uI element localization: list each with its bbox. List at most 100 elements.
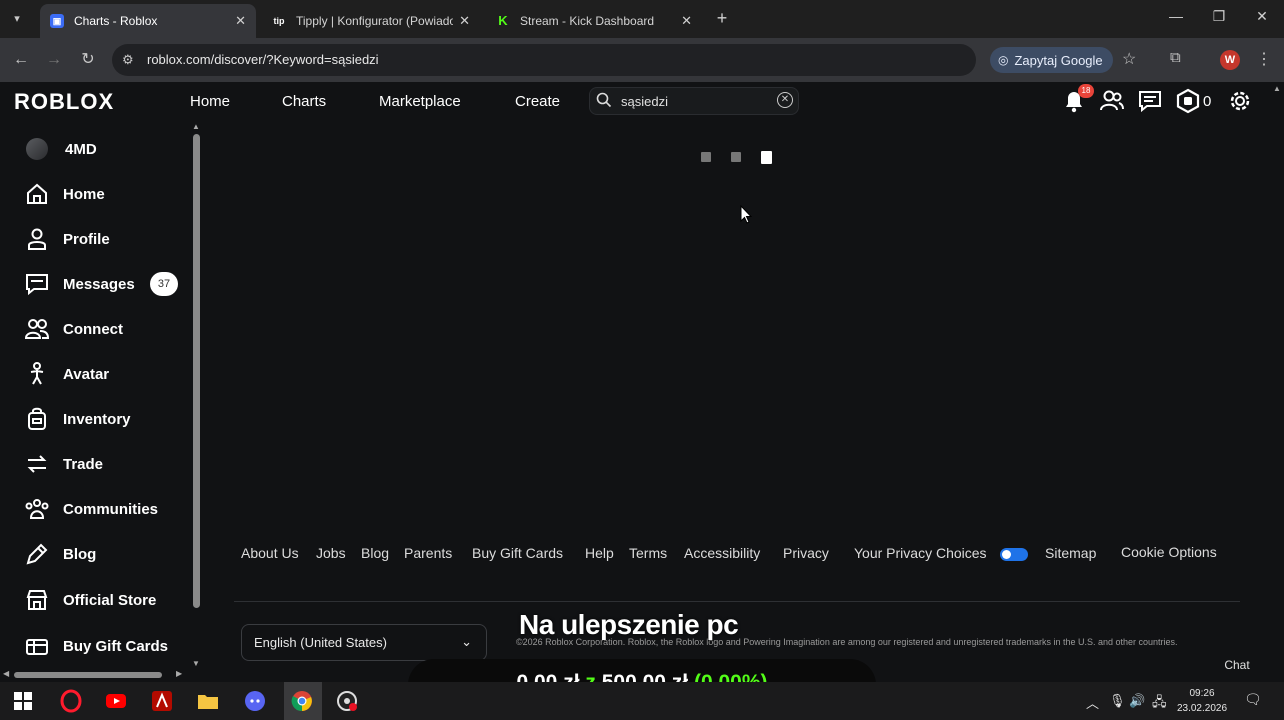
browser-menu-icon[interactable]: ⋮: [1256, 49, 1272, 69]
scroll-up-icon[interactable]: ▲: [1273, 84, 1281, 93]
scroll-right-icon[interactable]: ▶: [176, 669, 182, 678]
close-tab-icon[interactable]: ✕: [459, 13, 470, 29]
chat-button[interactable]: Chat: [1214, 653, 1260, 677]
sidebar-scrollbar[interactable]: ▲ ▼: [190, 120, 204, 670]
nav-home[interactable]: Home: [190, 93, 230, 110]
footer-link-help[interactable]: Help: [585, 545, 614, 561]
system-clock[interactable]: 09:26 23.02.2026: [1172, 686, 1232, 716]
settings-gear-icon[interactable]: [1227, 88, 1253, 114]
sidebar-item-buy-gift-cards[interactable]: Buy Gift Cards: [24, 631, 168, 661]
site-info-icon[interactable]: ⚙: [122, 52, 134, 68]
avatar: [26, 138, 48, 160]
footer-link-jobs[interactable]: Jobs: [316, 545, 346, 561]
messages-count-badge: 37: [150, 272, 178, 296]
windows-taskbar: ︿ 🎙 🔊 🖧 09:26 23.02.2026 🗨: [0, 682, 1284, 720]
roblox-header: ROBLOX Home Charts Marketplace Create są…: [0, 82, 1270, 120]
communities-icon: [25, 499, 49, 519]
tab-search-button[interactable]: ▾: [6, 8, 28, 30]
bookmark-star-icon[interactable]: ☆: [1122, 49, 1136, 69]
clear-search-icon[interactable]: ✕: [777, 92, 793, 108]
file-explorer-icon[interactable]: [196, 689, 220, 713]
address-bar[interactable]: ⚙ roblox.com/discover/?Keyword=sąsiedzi: [112, 44, 976, 76]
footer-link-accessibility[interactable]: Accessibility: [684, 545, 760, 561]
volume-icon[interactable]: 🔊: [1129, 693, 1145, 709]
page-scrollbar[interactable]: ▲: [1270, 82, 1284, 680]
extensions-icon[interactable]: ⧉: [1170, 49, 1181, 66]
sidebar-item-user[interactable]: 4MD: [24, 134, 97, 164]
chat-icon[interactable]: [1137, 88, 1163, 114]
scroll-up-icon[interactable]: ▲: [192, 122, 200, 131]
windows-start-icon[interactable]: [11, 689, 35, 713]
obs-recording-icon[interactable]: [335, 689, 359, 713]
tab-title: Tipply | Konfigurator (Powiadom: [296, 14, 454, 28]
close-tab-icon[interactable]: ✕: [681, 13, 692, 29]
sidebar-item-communities[interactable]: Communities: [24, 494, 158, 524]
network-icon[interactable]: 🖧: [1152, 693, 1167, 715]
footer-link-sitemap[interactable]: Sitemap: [1045, 545, 1096, 561]
footer-link-privacy[interactable]: Privacy: [783, 545, 829, 561]
close-window-icon[interactable]: ✕: [1250, 8, 1274, 25]
search-query: sąsiedzi: [621, 94, 668, 109]
reload-icon[interactable]: ↻: [77, 49, 99, 71]
chrome-icon[interactable]: [290, 689, 314, 713]
new-tab-plus-icon[interactable]: +: [712, 8, 732, 28]
roblox-logo[interactable]: ROBLOX: [14, 89, 114, 115]
footer-link-buy-gift-cards[interactable]: Buy Gift Cards: [472, 545, 563, 561]
scroll-left-icon[interactable]: ◀: [3, 669, 9, 678]
nav-charts[interactable]: Charts: [282, 93, 326, 110]
sidebar-item-official-store[interactable]: Official Store: [24, 585, 156, 615]
kick-favicon-icon: K: [496, 14, 510, 28]
sidebar-item-connect[interactable]: Connect: [24, 314, 123, 344]
tray-chevron-up-icon[interactable]: ︿: [1086, 693, 1099, 712]
nav-create[interactable]: Create: [515, 93, 560, 110]
footer-link-privacy-choices[interactable]: Your Privacy Choices: [854, 545, 987, 561]
footer-link-terms[interactable]: Terms: [629, 545, 667, 561]
sidebar-item-inventory[interactable]: Inventory: [24, 404, 131, 434]
microphone-icon[interactable]: 🎙: [1109, 693, 1126, 709]
robux-icon[interactable]: [1175, 88, 1201, 114]
scrollbar-thumb[interactable]: [193, 134, 200, 608]
opera-icon[interactable]: [59, 689, 83, 713]
tipply-favicon-icon: tip: [272, 14, 286, 28]
scrollbar-thumb[interactable]: [14, 672, 162, 678]
loader-dot: [701, 152, 711, 162]
sidebar-item-profile[interactable]: Profile: [24, 224, 110, 254]
sidebar-item-blog[interactable]: Blog: [24, 539, 96, 569]
footer-link-cookie-options[interactable]: Cookie Options: [1121, 544, 1217, 560]
footer-link-about-us[interactable]: About Us: [241, 545, 299, 561]
forward-arrow-icon[interactable]: →: [43, 49, 65, 71]
adobe-icon[interactable]: [150, 689, 174, 713]
roblox-favicon-icon: ▣: [50, 14, 64, 28]
action-center-icon[interactable]: 🗨: [1244, 691, 1262, 708]
minimize-icon[interactable]: —: [1164, 8, 1188, 24]
footer-link-parents[interactable]: Parents: [404, 545, 452, 561]
chevron-down-icon: ⌄: [461, 634, 472, 649]
scroll-down-icon[interactable]: ▼: [192, 659, 200, 668]
language-select[interactable]: English (United States) ⌄: [241, 624, 487, 661]
footer-link-blog[interactable]: Blog: [361, 545, 389, 561]
back-arrow-icon[interactable]: ←: [10, 49, 32, 71]
tab-kick-dashboard[interactable]: K Stream - Kick Dashboard ✕: [486, 4, 702, 38]
nav-marketplace[interactable]: Marketplace: [379, 93, 461, 110]
sidebar-item-messages[interactable]: Messages: [24, 269, 135, 299]
connect-icon: [24, 319, 50, 339]
privacy-choices-toggle-icon: [1000, 548, 1028, 561]
sidebar-horizontal-scrollbar[interactable]: ◀ ▶: [0, 669, 190, 681]
sidebar-item-label: Profile: [63, 230, 110, 248]
discord-icon[interactable]: [243, 689, 267, 713]
search-input[interactable]: sąsiedzi ✕: [589, 87, 799, 115]
tab-tipply[interactable]: tip Tipply | Konfigurator (Powiadom ✕: [262, 4, 480, 38]
youtube-icon[interactable]: [104, 689, 128, 713]
gift-card-icon: [26, 639, 48, 655]
sidebar-item-avatar[interactable]: Avatar: [24, 359, 109, 389]
friends-icon[interactable]: [1099, 88, 1125, 114]
restore-icon[interactable]: ❐: [1207, 8, 1231, 25]
sidebar-item-trade[interactable]: Trade: [24, 449, 103, 479]
ask-google-button[interactable]: ◎ Zapytaj Google: [990, 47, 1113, 73]
sidebar-item-home[interactable]: Home: [24, 179, 105, 209]
tab-charts-roblox[interactable]: ▣ Charts - Roblox ✕: [40, 4, 256, 38]
blog-icon: [26, 543, 48, 565]
profile-avatar[interactable]: W: [1220, 50, 1240, 70]
sidebar-item-label: Home: [63, 185, 105, 203]
close-tab-icon[interactable]: ✕: [235, 13, 246, 29]
